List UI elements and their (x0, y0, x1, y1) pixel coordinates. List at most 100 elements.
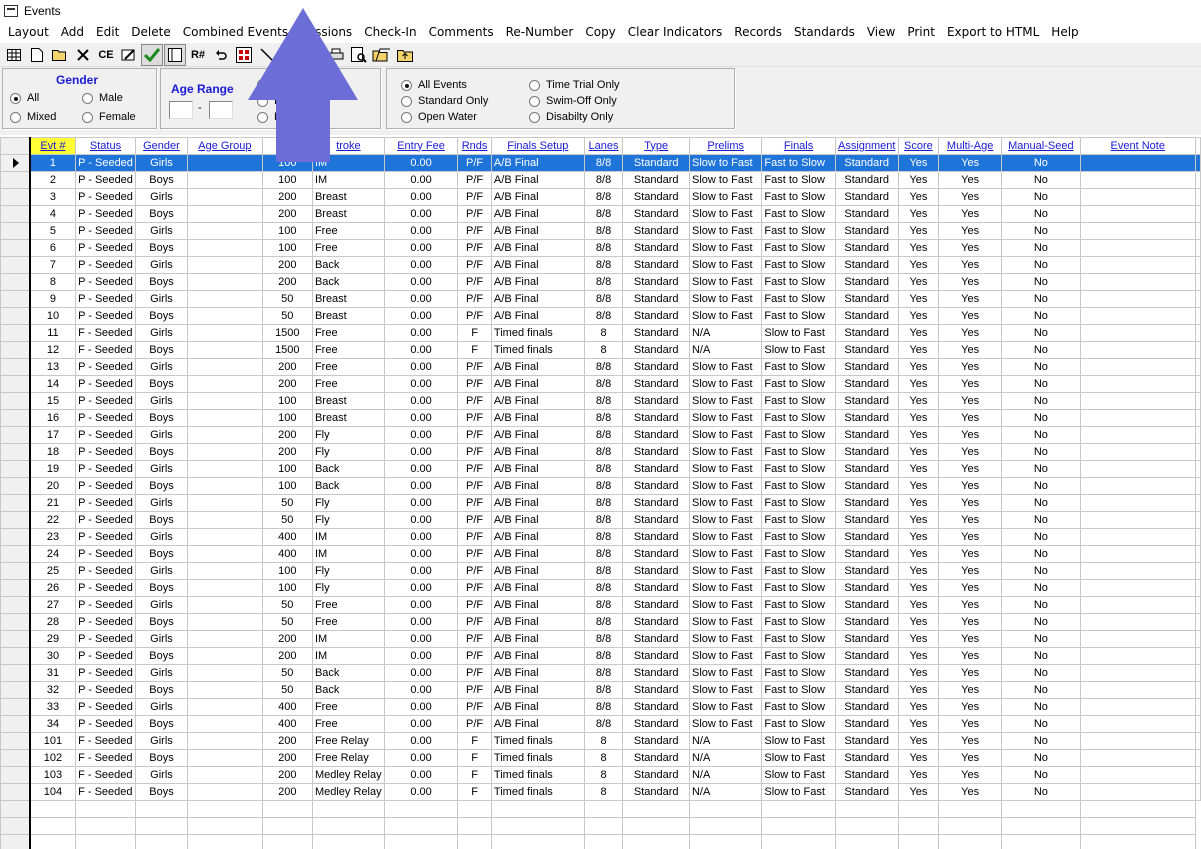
cell-status[interactable]: F - Seeded (75, 783, 136, 801)
cell-lanes[interactable]: 8/8 (583, 409, 624, 427)
cell-entry-fee[interactable]: 0.00 (383, 596, 459, 614)
row-indicator[interactable] (0, 528, 31, 546)
row-indicator[interactable] (0, 766, 31, 784)
column-header-finals-setup[interactable]: Finals Setup (490, 137, 585, 155)
cell-score[interactable]: Yes (897, 324, 940, 342)
cell-multi-age[interactable]: Yes (938, 375, 1003, 393)
cell-manual-seed[interactable]: No (1001, 154, 1081, 172)
cell-event-note[interactable] (1079, 443, 1197, 461)
cell-lanes[interactable]: 8/8 (583, 443, 624, 461)
cell-assignment[interactable]: Standard (834, 545, 899, 563)
empty-cell[interactable] (688, 800, 763, 818)
cell-dist[interactable]: 200 (261, 647, 313, 665)
cell-age-group[interactable] (187, 256, 263, 274)
table-row[interactable]: 34 P - Seeded Boys 400 Free 0.00 P/F A/B Final 8… (0, 715, 1201, 733)
menu-comments[interactable]: Comments (423, 22, 500, 43)
menu-clear-indicators[interactable]: Clear Indicators (622, 22, 728, 43)
cell-lanes[interactable]: 8 (583, 749, 624, 767)
cell-dist[interactable]: 1500 (261, 341, 313, 359)
cell-dist[interactable]: 200 (261, 732, 313, 750)
cell-gender[interactable]: Girls (134, 358, 189, 376)
table-row[interactable]: 20 P - Seeded Boys 100 Back 0.00 P/F A/B Final 8… (0, 477, 1201, 495)
cell-stroke[interactable]: Free (311, 375, 385, 393)
cell-multi-age[interactable]: Yes (938, 664, 1003, 682)
cell-status[interactable]: P - Seeded (75, 681, 136, 699)
cell-manual-seed[interactable]: No (1001, 562, 1081, 580)
cell-assignment[interactable]: Standard (834, 664, 899, 682)
cell-rnds[interactable]: P/F (457, 290, 492, 308)
cell-evt-num[interactable]: 11 (29, 324, 77, 342)
cell-prelims[interactable]: Slow to Fast (688, 477, 763, 495)
cell-manual-seed[interactable]: No (1001, 664, 1081, 682)
cell-entry-fee[interactable]: 0.00 (383, 222, 459, 240)
cell-event-note[interactable] (1079, 188, 1197, 206)
table-row[interactable]: 8P - Seeded Boys 200 Back 0.00 P/F A/B Final 8/… (0, 273, 1201, 291)
cell-score[interactable]: Yes (897, 154, 940, 172)
cell-assignment[interactable]: Standard (834, 290, 899, 308)
cell-finals-setup[interactable]: A/B Final (490, 443, 585, 461)
cell-multi-age[interactable]: Yes (938, 562, 1003, 580)
cell-finals-setup[interactable]: A/B Final (490, 273, 585, 291)
time-trial-only-radio[interactable]: Time Trial Only (529, 79, 620, 91)
cell-gender[interactable]: Girls (134, 460, 189, 478)
table-row[interactable]: 2P - Seeded Boys 100 IM 0.00 P/F A/B Final 8/8 S… (0, 171, 1201, 189)
cell-type[interactable]: Standard (622, 664, 690, 682)
cell-rnds[interactable]: P/F (457, 545, 492, 563)
cell-stroke[interactable]: Free (311, 239, 385, 257)
cell-type[interactable]: Standard (622, 681, 690, 699)
cell-stroke[interactable]: IM (311, 630, 385, 648)
cell-finals-setup[interactable]: A/B Final (490, 630, 585, 648)
cell-lanes[interactable]: 8/8 (583, 307, 624, 325)
cell-finals[interactable]: Fast to Slow (761, 647, 836, 665)
cell-finals-setup[interactable]: A/B Final (490, 426, 585, 444)
cell-age-group[interactable] (187, 749, 263, 767)
cell-prelims[interactable]: Slow to Fast (688, 630, 763, 648)
cell-prelims[interactable]: Slow to Fast (688, 290, 763, 308)
cell-assignment[interactable]: Standard (834, 188, 899, 206)
empty-cell[interactable] (29, 834, 77, 849)
cell-age-group[interactable] (187, 239, 263, 257)
cell-entry-fee[interactable]: 0.00 (383, 426, 459, 444)
cell-evt-num[interactable]: 28 (29, 613, 77, 631)
row-indicator[interactable] (0, 443, 31, 461)
cell-finals[interactable]: Slow to Fast (761, 749, 836, 767)
cell-manual-seed[interactable]: No (1001, 324, 1081, 342)
column-header-finals[interactable]: Finals (761, 137, 836, 155)
menu-export-to-html[interactable]: Export to HTML (941, 22, 1045, 43)
cell-age-group[interactable] (187, 477, 263, 495)
cell-stroke[interactable]: Breast (311, 392, 385, 410)
cell-stroke[interactable]: IM (311, 171, 385, 189)
row-indicator[interactable] (0, 188, 31, 206)
cell-status[interactable]: P - Seeded (75, 171, 136, 189)
row-indicator[interactable] (0, 392, 31, 410)
cell-status[interactable]: P - Seeded (75, 409, 136, 427)
cell-rnds[interactable]: P/F (457, 239, 492, 257)
cell-dist[interactable]: 200 (261, 358, 313, 376)
cell-type[interactable]: Standard (622, 460, 690, 478)
cell-multi-age[interactable]: Yes (938, 783, 1003, 801)
empty-cell[interactable] (938, 834, 1003, 849)
row-indicator[interactable] (0, 290, 31, 308)
table-row[interactable]: 103 F - Seeded Girls 200 Medley Relay 0.00 F Ti… (0, 766, 1201, 784)
cell-type[interactable]: Standard (622, 596, 690, 614)
cell-gender[interactable]: Boys (134, 681, 189, 699)
cell-evt-num[interactable]: 7 (29, 256, 77, 274)
cell-rnds[interactable]: F (457, 324, 492, 342)
cell-assignment[interactable]: Standard (834, 511, 899, 529)
cell-event-note[interactable] (1079, 545, 1197, 563)
cell-manual-seed[interactable]: No (1001, 749, 1081, 767)
empty-cell[interactable] (187, 817, 263, 835)
cell-finals[interactable]: Fast to Slow (761, 188, 836, 206)
cell-assignment[interactable]: Standard (834, 273, 899, 291)
row-indicator[interactable] (0, 426, 31, 444)
cell-score[interactable]: Yes (897, 477, 940, 495)
cell-gender[interactable]: Boys (134, 613, 189, 631)
cell-type[interactable]: Standard (622, 613, 690, 631)
empty-cell[interactable] (622, 817, 690, 835)
cell-lanes[interactable]: 8/8 (583, 596, 624, 614)
cell-lanes[interactable]: 8/8 (583, 426, 624, 444)
table-row[interactable]: 32 P - Seeded Boys 50 Back 0.00 P/F A/B Final 8/… (0, 681, 1201, 699)
cell-finals[interactable]: Fast to Slow (761, 630, 836, 648)
cell-assignment[interactable]: Standard (834, 681, 899, 699)
cell-age-group[interactable] (187, 290, 263, 308)
